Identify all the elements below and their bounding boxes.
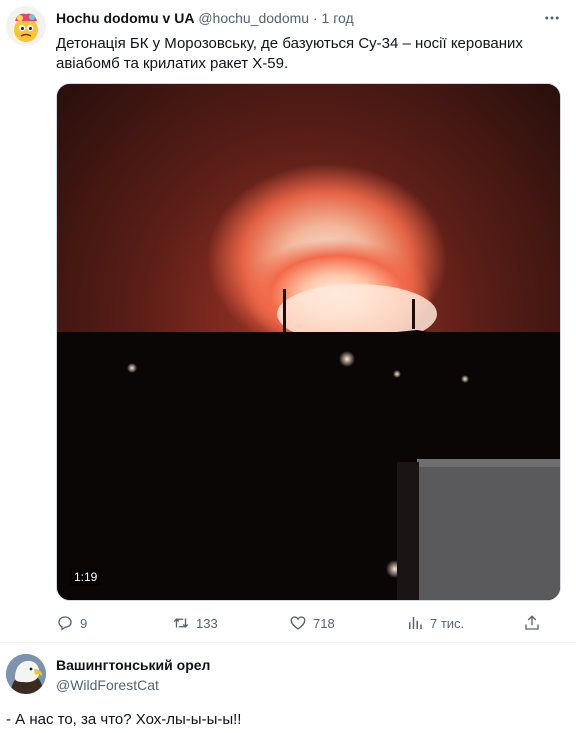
retweet-count: 133: [196, 615, 218, 631]
header-separator: ·: [312, 10, 318, 26]
tweet[interactable]: Hochu dodomu v UA @hochu_dodomu · 1 год …: [0, 0, 576, 637]
like-count: 718: [313, 615, 335, 631]
retweet-icon: [173, 618, 189, 628]
reply-author-name[interactable]: Вашингтонський орел: [56, 657, 210, 673]
views-button[interactable]: 7 тис.: [406, 612, 464, 634]
reply-count: 9: [80, 615, 88, 631]
eagle-icon: [6, 654, 46, 694]
reply-button[interactable]: 9: [56, 612, 87, 634]
more-icon: [545, 16, 559, 20]
video-thumbnail: [57, 84, 560, 600]
author-name[interactable]: Hochu dodomu v UA: [56, 10, 194, 26]
divider: [0, 642, 576, 643]
share-button[interactable]: [523, 612, 541, 634]
retweet-button[interactable]: 133: [172, 612, 218, 634]
video-duration: 1:19: [69, 568, 103, 586]
reply-avatar[interactable]: [6, 654, 46, 694]
reply-author-handle[interactable]: @WildForestCat: [56, 677, 159, 693]
reply-card[interactable]: Вашингтонський орел @WildForestCat: [0, 648, 576, 700]
share-icon: [525, 615, 539, 630]
tweet-video[interactable]: 1:19: [56, 83, 561, 601]
tweet-time[interactable]: 1 год: [322, 10, 354, 26]
author-avatar[interactable]: [6, 6, 46, 46]
like-button[interactable]: 718: [289, 612, 335, 634]
tweet-text: Детонація БК у Морозовську, де базуються…: [56, 35, 523, 72]
more-options-button[interactable]: [540, 6, 564, 30]
caption-text: - А нас то, за что? Хох-лы-ы-ы-ы!!: [6, 711, 242, 728]
tweet-header: Hochu dodomu v UA @hochu_dodomu · 1 год: [56, 9, 354, 27]
emoji-face-icon: [14, 13, 38, 42]
views-icon: [409, 617, 422, 629]
reply-icon: [58, 616, 72, 631]
tweet-actions: 9 133 718 7 тис.: [56, 612, 571, 634]
views-count: 7 тис.: [430, 615, 465, 631]
heart-icon: [290, 616, 306, 630]
author-handle[interactable]: @hochu_dodomu: [198, 10, 309, 26]
